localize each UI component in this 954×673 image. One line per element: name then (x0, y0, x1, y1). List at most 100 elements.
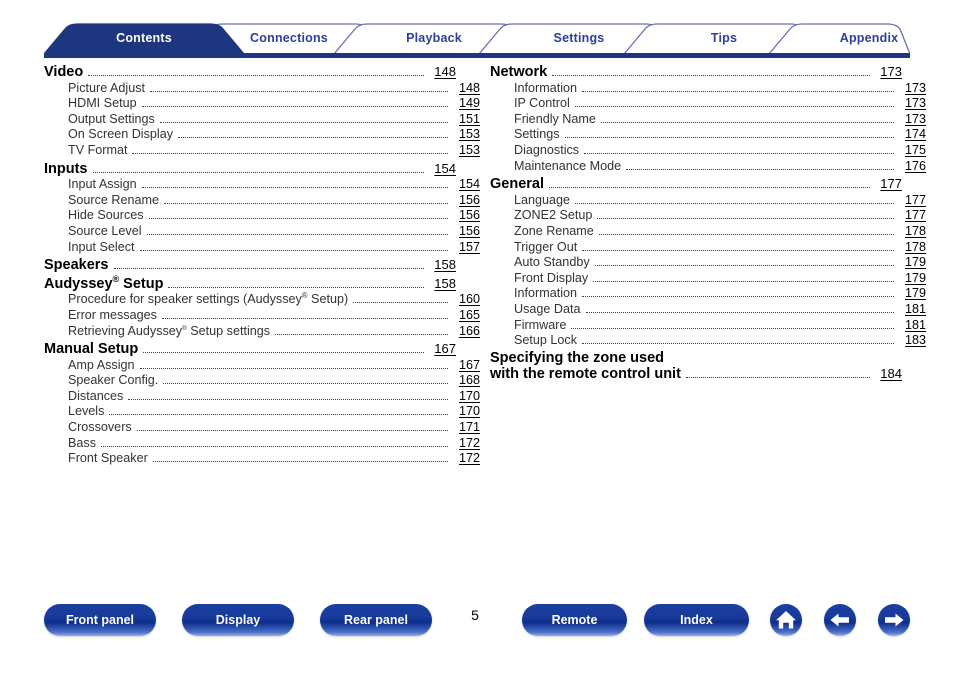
tab-bar: Contents Connections Playback Settings T… (44, 22, 910, 58)
toc-page-number[interactable]: 173 (896, 81, 926, 97)
toc-entry-zone-rename[interactable]: Zone Rename 178 (490, 224, 926, 240)
toc-entry-ip-control[interactable]: IP Control 173 (490, 96, 926, 112)
toc-page-number[interactable]: 179 (896, 255, 926, 271)
display-button[interactable]: Display (182, 604, 294, 636)
toc-page-number[interactable]: 175 (896, 143, 926, 159)
toc-entry-auto-standby[interactable]: Auto Standby 179 (490, 255, 926, 271)
toc-page-number[interactable]: 172 (450, 451, 480, 467)
tab-appendix[interactable]: Appendix (769, 22, 954, 54)
toc-entry-inputs[interactable]: Inputs 154 (44, 161, 456, 178)
toc-page-number[interactable]: 178 (896, 240, 926, 256)
toc-page-number[interactable]: 177 (896, 208, 926, 224)
toc-entry-distances[interactable]: Distances 170 (44, 389, 480, 405)
toc-page-number[interactable]: 148 (426, 64, 456, 80)
toc-entry-crossovers[interactable]: Crossovers 171 (44, 420, 480, 436)
toc-entry-title: Settings (514, 127, 560, 142)
back-button[interactable] (824, 604, 856, 636)
toc-entry-friendly-name[interactable]: Friendly Name 173 (490, 112, 926, 128)
toc-page-number[interactable]: 184 (872, 366, 902, 382)
toc-page-number[interactable]: 177 (896, 193, 926, 209)
toc-page-number[interactable]: 156 (450, 193, 480, 209)
toc-page-number[interactable]: 158 (426, 276, 456, 292)
toc-page-number[interactable]: 165 (450, 308, 480, 324)
toc-page-number[interactable]: 179 (896, 271, 926, 287)
toc-entry-information[interactable]: Information 179 (490, 286, 926, 302)
toc-entry-hide-sources[interactable]: Hide Sources 156 (44, 208, 480, 224)
toc-entry-source-level[interactable]: Source Level 156 (44, 224, 480, 240)
remote-button[interactable]: Remote (522, 604, 627, 636)
toc-entry-settings[interactable]: Settings 174 (490, 127, 926, 143)
toc-page-number[interactable]: 156 (450, 224, 480, 240)
toc-entry-maintenance-mode[interactable]: Maintenance Mode 176 (490, 159, 926, 175)
toc-page-number[interactable]: 168 (450, 373, 480, 389)
home-button[interactable] (770, 604, 802, 636)
index-button[interactable]: Index (644, 604, 749, 636)
toc-entry-error-messages[interactable]: Error messages 165 (44, 308, 480, 324)
toc-page-number[interactable]: 178 (896, 224, 926, 240)
toc-page-number[interactable]: 181 (896, 302, 926, 318)
toc-entry-levels[interactable]: Levels 170 (44, 404, 480, 420)
toc-entry-front-speaker[interactable]: Front Speaker 172 (44, 451, 480, 467)
toc-page-number[interactable]: 171 (450, 420, 480, 436)
toc-entry-tv-format[interactable]: TV Format 153 (44, 143, 480, 159)
toc-page-number[interactable]: 151 (450, 112, 480, 128)
toc-page-number[interactable]: 173 (872, 64, 902, 80)
toc-page-number[interactable]: 176 (896, 159, 926, 175)
toc-page-number[interactable]: 158 (426, 257, 456, 273)
toc-page-number[interactable]: 174 (896, 127, 926, 143)
toc-page-number[interactable]: 154 (450, 177, 480, 193)
toc-page-number[interactable]: 167 (426, 341, 456, 357)
toc-entry-hdmi-setup[interactable]: HDMI Setup 149 (44, 96, 480, 112)
toc-page-number[interactable]: 170 (450, 404, 480, 420)
toc-entry-procedure-for-speaker-settings-audyssey-setup[interactable]: Procedure for speaker settings (Audyssey… (44, 292, 480, 308)
toc-entry-zone2-setup[interactable]: ZONE2 Setup 177 (490, 208, 926, 224)
toc-entry-source-rename[interactable]: Source Rename 156 (44, 193, 480, 209)
toc-entry-speakers[interactable]: Speakers 158 (44, 257, 456, 274)
toc-page-number[interactable]: 179 (896, 286, 926, 302)
toc-entry-general[interactable]: General 177 (490, 176, 902, 193)
toc-page-number[interactable]: 154 (426, 161, 456, 177)
toc-page-number[interactable]: 157 (450, 240, 480, 256)
toc-page-number[interactable]: 167 (450, 358, 480, 374)
toc-entry-setup-lock[interactable]: Setup Lock 183 (490, 333, 926, 349)
toc-page-number[interactable]: 183 (896, 333, 926, 349)
toc-entry-information[interactable]: Information 173 (490, 81, 926, 97)
toc-entry-usage-data[interactable]: Usage Data 181 (490, 302, 926, 318)
toc-page-number[interactable]: 153 (450, 143, 480, 159)
toc-entry-output-settings[interactable]: Output Settings 151 (44, 112, 480, 128)
front-panel-button[interactable]: Front panel (44, 604, 156, 636)
toc-page-number[interactable]: 181 (896, 318, 926, 334)
toc-entry-diagnostics[interactable]: Diagnostics 175 (490, 143, 926, 159)
toc-entry-video[interactable]: Video 148 (44, 64, 456, 81)
toc-entry-picture-adjust[interactable]: Picture Adjust 148 (44, 81, 480, 97)
toc-entry-trigger-out[interactable]: Trigger Out 178 (490, 240, 926, 256)
toc-page-number[interactable]: 156 (450, 208, 480, 224)
toc-entry-input-select[interactable]: Input Select 157 (44, 240, 480, 256)
toc-entry-retrieving-audyssey-setup-settings[interactable]: Retrieving Audyssey® Setup settings 166 (44, 324, 480, 340)
toc-page-number[interactable]: 170 (450, 389, 480, 405)
toc-entry-manual-setup[interactable]: Manual Setup 167 (44, 341, 456, 358)
toc-page-number[interactable]: 160 (450, 292, 480, 308)
toc-entry-specifying-the-zone-used[interactable]: Specifying the zone used with the remote … (490, 350, 902, 383)
toc-page-number[interactable]: 173 (896, 112, 926, 128)
toc-entry-network[interactable]: Network 173 (490, 64, 902, 81)
toc-entry-amp-assign[interactable]: Amp Assign 167 (44, 358, 480, 374)
toc-entry-firmware[interactable]: Firmware 181 (490, 318, 926, 334)
toc-leader-dots (685, 377, 870, 379)
toc-entry-front-display[interactable]: Front Display 179 (490, 271, 926, 287)
toc-entry-audyssey-setup[interactable]: Audyssey® Setup 158 (44, 274, 456, 293)
toc-page-number[interactable]: 148 (450, 81, 480, 97)
toc-entry-speaker-config[interactable]: Speaker Config. 168 (44, 373, 480, 389)
toc-page-number[interactable]: 173 (896, 96, 926, 112)
toc-page-number[interactable]: 153 (450, 127, 480, 143)
rear-panel-button[interactable]: Rear panel (320, 604, 432, 636)
toc-entry-input-assign[interactable]: Input Assign 154 (44, 177, 480, 193)
toc-page-number[interactable]: 149 (450, 96, 480, 112)
toc-entry-on-screen-display[interactable]: On Screen Display 153 (44, 127, 480, 143)
toc-page-number[interactable]: 177 (872, 176, 902, 192)
toc-entry-language[interactable]: Language 177 (490, 193, 926, 209)
toc-page-number[interactable]: 166 (450, 324, 480, 340)
forward-button[interactable] (878, 604, 910, 636)
toc-entry-bass[interactable]: Bass 172 (44, 436, 480, 452)
toc-page-number[interactable]: 172 (450, 436, 480, 452)
